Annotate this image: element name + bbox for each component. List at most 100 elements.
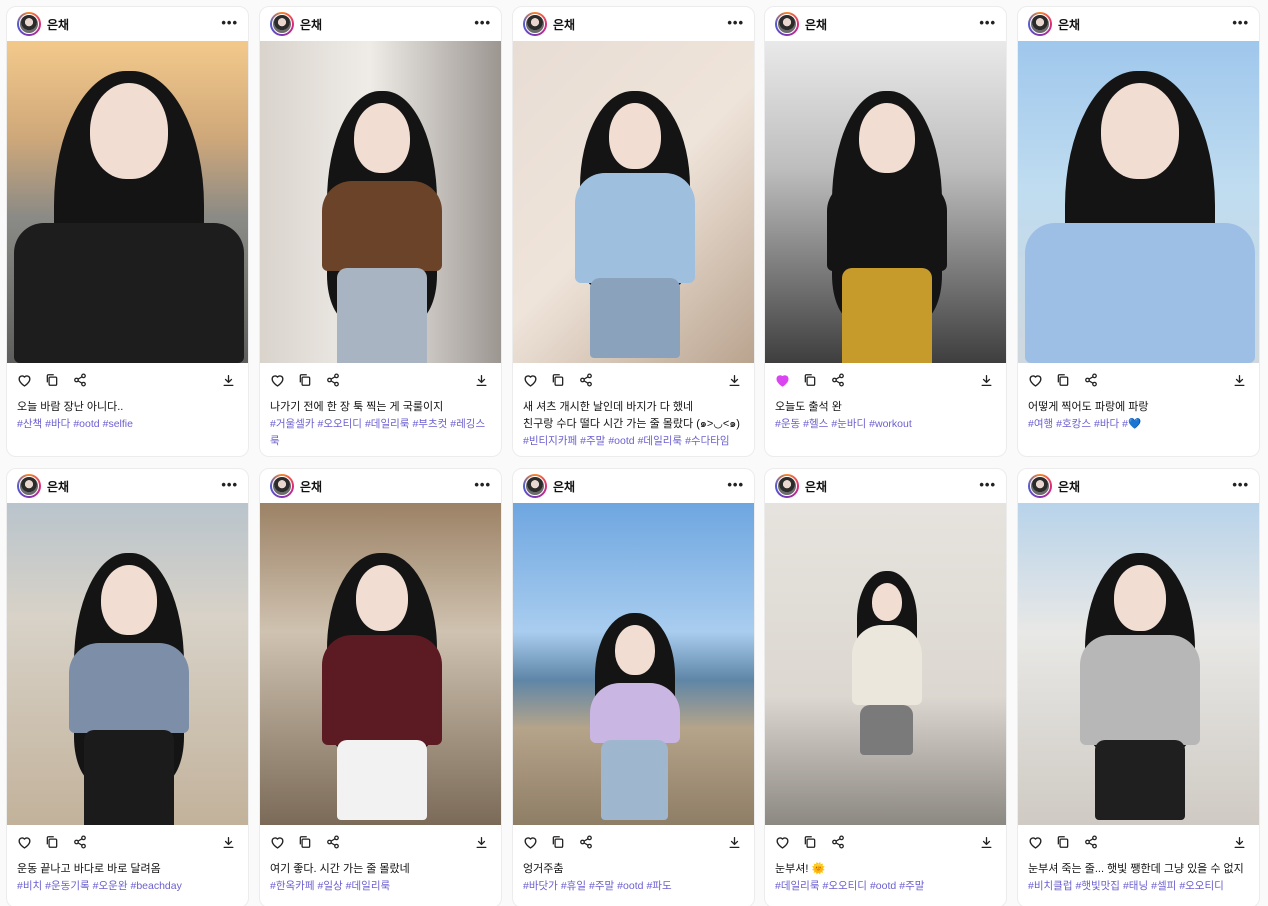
heart-icon[interactable] — [17, 832, 45, 852]
copy-icon[interactable] — [1056, 370, 1084, 390]
download-icon[interactable] — [1233, 370, 1249, 390]
post-photo[interactable] — [513, 503, 754, 825]
username[interactable]: 은채 — [300, 478, 474, 495]
share-icon[interactable] — [1084, 832, 1112, 852]
share-icon[interactable] — [579, 832, 607, 852]
post-photo[interactable] — [260, 503, 501, 825]
more-icon[interactable]: ••• — [727, 478, 744, 495]
hashtag-link[interactable]: #ootd — [73, 418, 99, 430]
copy-icon[interactable] — [298, 832, 326, 852]
share-icon[interactable] — [326, 370, 354, 390]
share-icon[interactable] — [831, 370, 859, 390]
avatar[interactable] — [775, 474, 799, 498]
hashtag-link[interactable]: #오오티디 — [317, 418, 361, 430]
hashtag-link[interactable]: #데일리룩 — [638, 435, 682, 447]
hashtag-link[interactable]: #일상 — [317, 880, 342, 892]
copy-icon[interactable] — [45, 832, 73, 852]
share-icon[interactable] — [1084, 370, 1112, 390]
more-icon[interactable]: ••• — [474, 478, 491, 495]
download-icon[interactable] — [980, 832, 996, 852]
hashtag-link[interactable]: #ootd — [870, 880, 896, 892]
hashtag-link[interactable]: #수다타임 — [685, 435, 729, 447]
heart-icon[interactable] — [775, 370, 803, 390]
hashtag-link[interactable]: #파도 — [646, 880, 671, 892]
avatar[interactable] — [270, 474, 294, 498]
hashtag-link[interactable]: #오오티디 — [1179, 880, 1223, 892]
hashtag-link[interactable]: #바다 — [1094, 418, 1119, 430]
hashtag-link[interactable]: #오운완 — [93, 880, 128, 892]
hashtag-link[interactable]: #ootd — [608, 435, 634, 447]
hashtag-link[interactable]: #ootd — [617, 880, 643, 892]
avatar[interactable] — [17, 474, 41, 498]
share-icon[interactable] — [831, 832, 859, 852]
heart-icon[interactable] — [775, 832, 803, 852]
hashtag-link[interactable]: #빈티지카페 — [523, 435, 577, 447]
download-icon[interactable] — [222, 832, 238, 852]
hashtag-link[interactable]: #주말 — [580, 435, 605, 447]
hashtag-link[interactable]: #selfie — [103, 418, 133, 430]
more-icon[interactable]: ••• — [1232, 478, 1249, 495]
post-photo[interactable] — [513, 41, 754, 363]
more-icon[interactable]: ••• — [474, 16, 491, 33]
share-icon[interactable] — [73, 370, 101, 390]
heart-icon[interactable] — [270, 370, 298, 390]
more-icon[interactable]: ••• — [979, 16, 996, 33]
hashtag-link[interactable]: #beachday — [130, 880, 181, 892]
hashtag-link[interactable]: #workout — [869, 418, 912, 430]
hashtag-link[interactable]: #비치 — [17, 880, 42, 892]
copy-icon[interactable] — [803, 832, 831, 852]
more-icon[interactable]: ••• — [1232, 16, 1249, 33]
avatar[interactable] — [17, 12, 41, 36]
username[interactable]: 은채 — [553, 478, 727, 495]
download-icon[interactable] — [980, 370, 996, 390]
download-icon[interactable] — [475, 370, 491, 390]
post-photo[interactable] — [765, 503, 1006, 825]
username[interactable]: 은채 — [1058, 478, 1232, 495]
copy-icon[interactable] — [551, 832, 579, 852]
username[interactable]: 은채 — [47, 16, 221, 33]
more-icon[interactable]: ••• — [221, 478, 238, 495]
hashtag-link[interactable]: #데일리룩 — [365, 418, 409, 430]
hashtag-link[interactable]: #데일리룩 — [346, 880, 390, 892]
hashtag-link[interactable]: #호캉스 — [1056, 418, 1091, 430]
heart-icon[interactable] — [270, 832, 298, 852]
username[interactable]: 은채 — [805, 478, 979, 495]
hashtag-link[interactable]: #휴일 — [561, 880, 586, 892]
hashtag-link[interactable]: #셀피 — [1151, 880, 1176, 892]
hashtag-link[interactable]: #태닝 — [1123, 880, 1148, 892]
heart-icon[interactable] — [523, 832, 551, 852]
heart-icon[interactable] — [17, 370, 45, 390]
hashtag-link[interactable]: #주말 — [589, 880, 614, 892]
more-icon[interactable]: ••• — [727, 16, 744, 33]
username[interactable]: 은채 — [47, 478, 221, 495]
hashtag-link[interactable]: #💙 — [1122, 418, 1141, 430]
hashtag-link[interactable]: #부츠컷 — [412, 418, 447, 430]
download-icon[interactable] — [728, 370, 744, 390]
share-icon[interactable] — [73, 832, 101, 852]
copy-icon[interactable] — [45, 370, 73, 390]
download-icon[interactable] — [222, 370, 238, 390]
more-icon[interactable]: ••• — [221, 16, 238, 33]
hashtag-link[interactable]: #오오티디 — [822, 880, 866, 892]
username[interactable]: 은채 — [805, 16, 979, 33]
post-photo[interactable] — [7, 503, 248, 825]
download-icon[interactable] — [1233, 832, 1249, 852]
copy-icon[interactable] — [1056, 832, 1084, 852]
post-photo[interactable] — [1018, 41, 1259, 363]
username[interactable]: 은채 — [300, 16, 474, 33]
hashtag-link[interactable]: #바다 — [45, 418, 70, 430]
hashtag-link[interactable]: #운동기록 — [45, 880, 89, 892]
username[interactable]: 은채 — [1058, 16, 1232, 33]
avatar[interactable] — [775, 12, 799, 36]
heart-icon[interactable] — [1028, 370, 1056, 390]
heart-icon[interactable] — [1028, 832, 1056, 852]
hashtag-link[interactable]: #눈바디 — [831, 418, 866, 430]
hashtag-link[interactable]: #여행 — [1028, 418, 1053, 430]
avatar[interactable] — [1028, 12, 1052, 36]
share-icon[interactable] — [326, 832, 354, 852]
heart-icon[interactable] — [523, 370, 551, 390]
share-icon[interactable] — [579, 370, 607, 390]
more-icon[interactable]: ••• — [979, 478, 996, 495]
username[interactable]: 은채 — [553, 16, 727, 33]
hashtag-link[interactable]: #한옥카페 — [270, 880, 314, 892]
